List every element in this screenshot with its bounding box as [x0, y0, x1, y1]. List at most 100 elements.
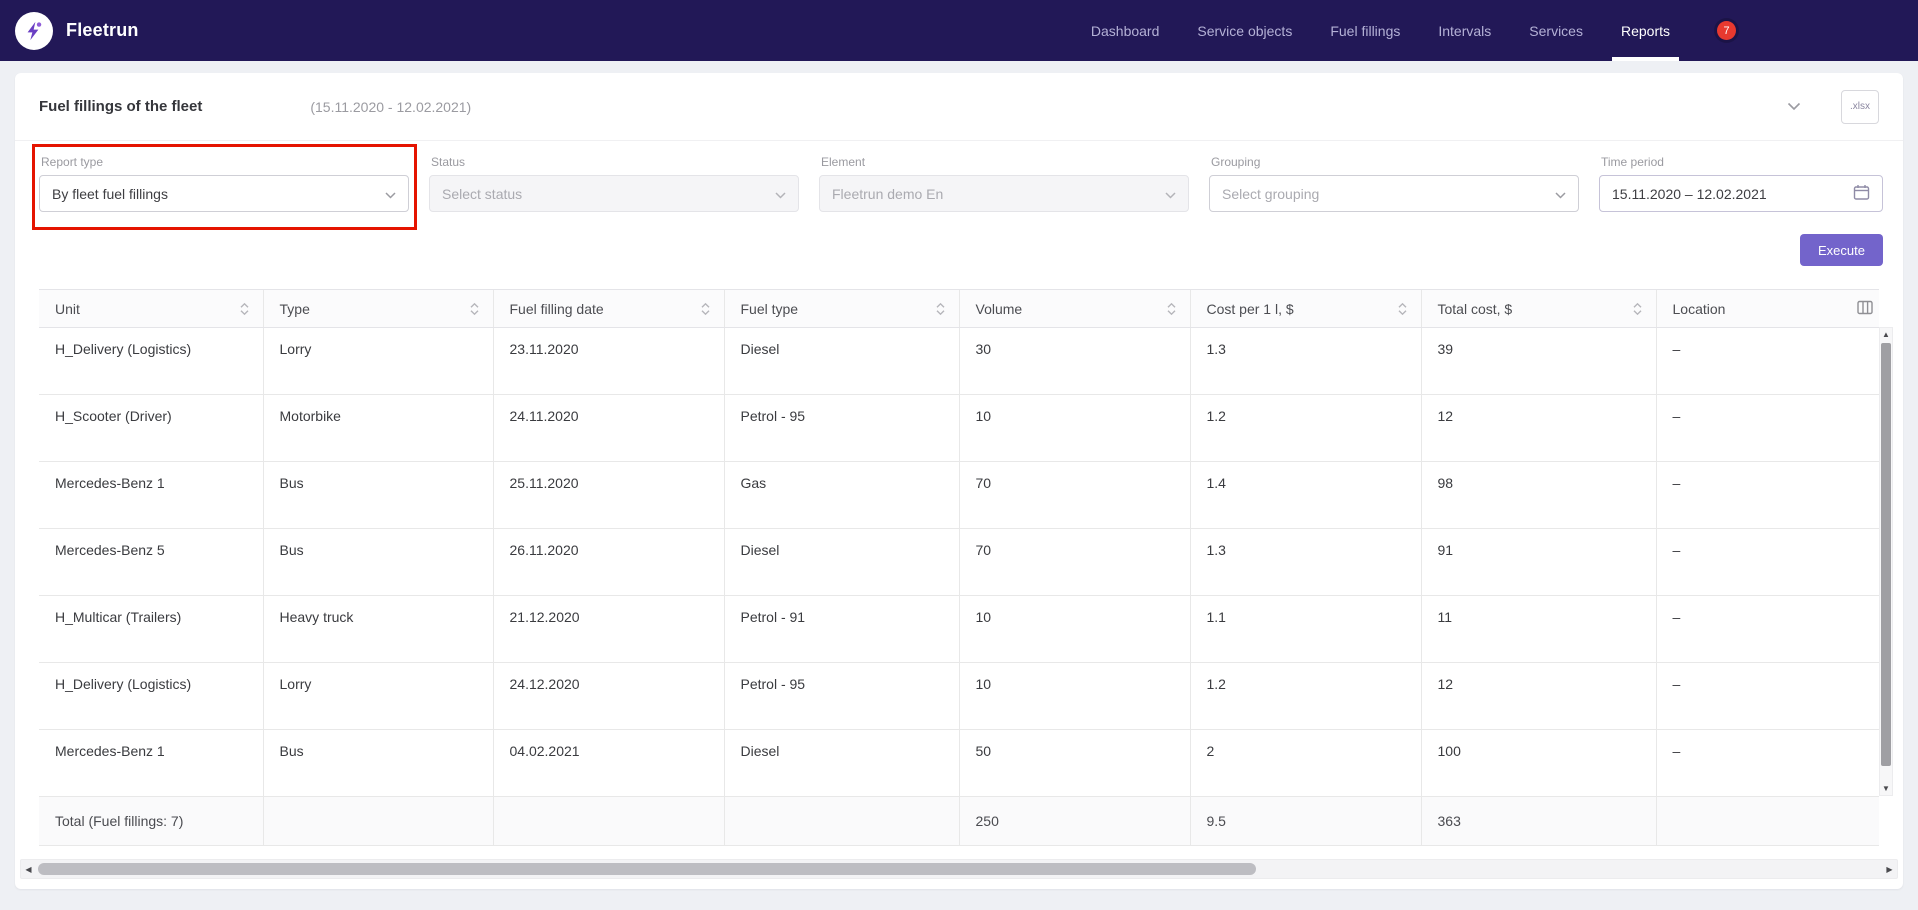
nav-item-fuel-fillings[interactable]: Fuel fillings [1321, 0, 1409, 61]
table-cell: Mercedes-Benz 5 [39, 529, 263, 596]
sort-icon[interactable] [936, 302, 945, 316]
chevron-down-icon [1165, 186, 1176, 202]
table-cell: 70 [959, 529, 1190, 596]
table-cell: 1.1 [1190, 596, 1421, 663]
sort-icon[interactable] [1167, 302, 1176, 316]
nav-item-service-objects[interactable]: Service objects [1188, 0, 1301, 61]
calendar-icon[interactable] [1853, 184, 1870, 204]
column-label: Unit [55, 301, 80, 317]
scroll-right-arrow[interactable]: ▶ [1882, 865, 1897, 874]
column-header-fuel-type[interactable]: Fuel type [724, 290, 959, 328]
nav-item-services[interactable]: Services [1520, 0, 1592, 61]
grouping-label: Grouping [1211, 155, 1579, 169]
table-cell: 1.2 [1190, 395, 1421, 462]
table-row[interactable]: H_Delivery (Logistics)Lorry23.11.2020Die… [39, 328, 1879, 395]
table-cell: 24.11.2020 [493, 395, 724, 462]
horizontal-scroll-track[interactable] [36, 860, 1882, 878]
column-header-type[interactable]: Type [263, 290, 493, 328]
vertical-scroll-track[interactable] [1880, 341, 1892, 782]
column-settings-icon[interactable] [1857, 300, 1873, 320]
element-label: Element [821, 155, 1189, 169]
element-value: Fleetrun demo En [832, 186, 943, 202]
table-row[interactable]: H_Scooter (Driver)Motorbike24.11.2020Pet… [39, 395, 1879, 462]
table-cell: 12 [1421, 395, 1656, 462]
fleetrun-logo[interactable] [15, 12, 53, 50]
time-period-input[interactable]: 15.11.2020 – 12.02.2021 [1599, 175, 1883, 212]
total-cell: 250 [959, 797, 1190, 846]
sort-icon[interactable] [1633, 302, 1642, 316]
total-cell: 9.5 [1190, 797, 1421, 846]
collapse-chevron-icon[interactable] [1787, 102, 1801, 111]
filter-status: Status Select status [429, 155, 799, 212]
table-row[interactable]: H_Multicar (Trailers)Heavy truck21.12.20… [39, 596, 1879, 663]
grouping-select[interactable]: Select grouping [1209, 175, 1579, 212]
report-card-header: Fuel fillings of the fleet (15.11.2020 -… [15, 73, 1903, 141]
sort-icon[interactable] [470, 302, 479, 316]
nav-item-intervals[interactable]: Intervals [1429, 0, 1500, 61]
table-cell: 26.11.2020 [493, 529, 724, 596]
horizontal-scroll-thumb[interactable] [38, 863, 1256, 875]
column-label: Type [280, 301, 310, 317]
total-cell: 363 [1421, 797, 1656, 846]
table-row[interactable]: Mercedes-Benz 1Bus04.02.2021Diesel502100… [39, 730, 1879, 797]
table-cell: 2 [1190, 730, 1421, 797]
report-type-select[interactable]: By fleet fuel fillings [39, 175, 409, 212]
column-header-unit[interactable]: Unit [39, 290, 263, 328]
table-cell: 1.2 [1190, 663, 1421, 730]
vertical-scroll-thumb[interactable] [1881, 343, 1891, 766]
column-header-fuel-filling-date[interactable]: Fuel filling date [493, 290, 724, 328]
export-xlsx-button[interactable]: .xlsx [1841, 90, 1879, 124]
table-row[interactable]: H_Delivery (Logistics)Lorry24.12.2020Pet… [39, 663, 1879, 730]
table-cell: Bus [263, 730, 493, 797]
table-cell: 11 [1421, 596, 1656, 663]
notification-badge[interactable]: 7 [1717, 21, 1736, 40]
sort-icon[interactable] [1398, 302, 1407, 316]
table-cell: 100 [1421, 730, 1656, 797]
time-period-label: Time period [1601, 155, 1883, 169]
execute-button[interactable]: Execute [1800, 234, 1883, 266]
report-date-range: (15.11.2020 - 12.02.2021) [310, 99, 471, 115]
report-type-label: Report type [41, 155, 409, 169]
report-card: Fuel fillings of the fleet (15.11.2020 -… [15, 73, 1903, 889]
column-header-total-cost[interactable]: Total cost, $ [1421, 290, 1656, 328]
status-placeholder: Select status [442, 186, 522, 202]
filter-time-period: Time period 15.11.2020 – 12.02.2021 [1599, 155, 1883, 212]
table-cell: 24.12.2020 [493, 663, 724, 730]
table-cell: 30 [959, 328, 1190, 395]
column-label: Cost per 1 l, $ [1207, 301, 1294, 317]
table-cell: 1.3 [1190, 529, 1421, 596]
horizontal-scrollbar[interactable]: ◀ ▶ [20, 859, 1898, 879]
scroll-left-arrow[interactable]: ◀ [21, 865, 36, 874]
chevron-down-icon [775, 186, 786, 202]
table-row[interactable]: Mercedes-Benz 1Bus25.11.2020Gas701.498– [39, 462, 1879, 529]
total-cell [493, 797, 724, 846]
table-cell: 10 [959, 596, 1190, 663]
table-cell: 04.02.2021 [493, 730, 724, 797]
time-period-value: 15.11.2020 – 12.02.2021 [1612, 186, 1767, 202]
table-cell: Diesel [724, 529, 959, 596]
table-cell: H_Delivery (Logistics) [39, 328, 263, 395]
status-label: Status [431, 155, 799, 169]
table-cell: Lorry [263, 328, 493, 395]
chevron-down-icon [385, 186, 396, 202]
table-cell: Mercedes-Benz 1 [39, 730, 263, 797]
element-select[interactable]: Fleetrun demo En [819, 175, 1189, 212]
table-cell: Lorry [263, 663, 493, 730]
filter-grouping: Grouping Select grouping [1209, 155, 1579, 212]
table-cell: Bus [263, 462, 493, 529]
column-label: Fuel type [741, 301, 799, 317]
vertical-scrollbar[interactable]: ▲ ▼ [1879, 327, 1893, 796]
column-header-volume[interactable]: Volume [959, 290, 1190, 328]
nav-item-reports[interactable]: Reports [1612, 0, 1679, 61]
sort-icon[interactable] [701, 302, 710, 316]
scroll-down-arrow[interactable]: ▼ [1882, 782, 1890, 795]
table-row[interactable]: Mercedes-Benz 5Bus26.11.2020Diesel701.39… [39, 529, 1879, 596]
table-total-row: Total (Fuel fillings: 7)2509.5363 [39, 797, 1879, 846]
scroll-up-arrow[interactable]: ▲ [1882, 328, 1890, 341]
sort-icon[interactable] [240, 302, 249, 316]
nav-item-dashboard[interactable]: Dashboard [1082, 0, 1169, 61]
status-select[interactable]: Select status [429, 175, 799, 212]
column-header-cost-per-1-l[interactable]: Cost per 1 l, $ [1190, 290, 1421, 328]
table-cell: – [1656, 529, 1879, 596]
table-cell: Gas [724, 462, 959, 529]
